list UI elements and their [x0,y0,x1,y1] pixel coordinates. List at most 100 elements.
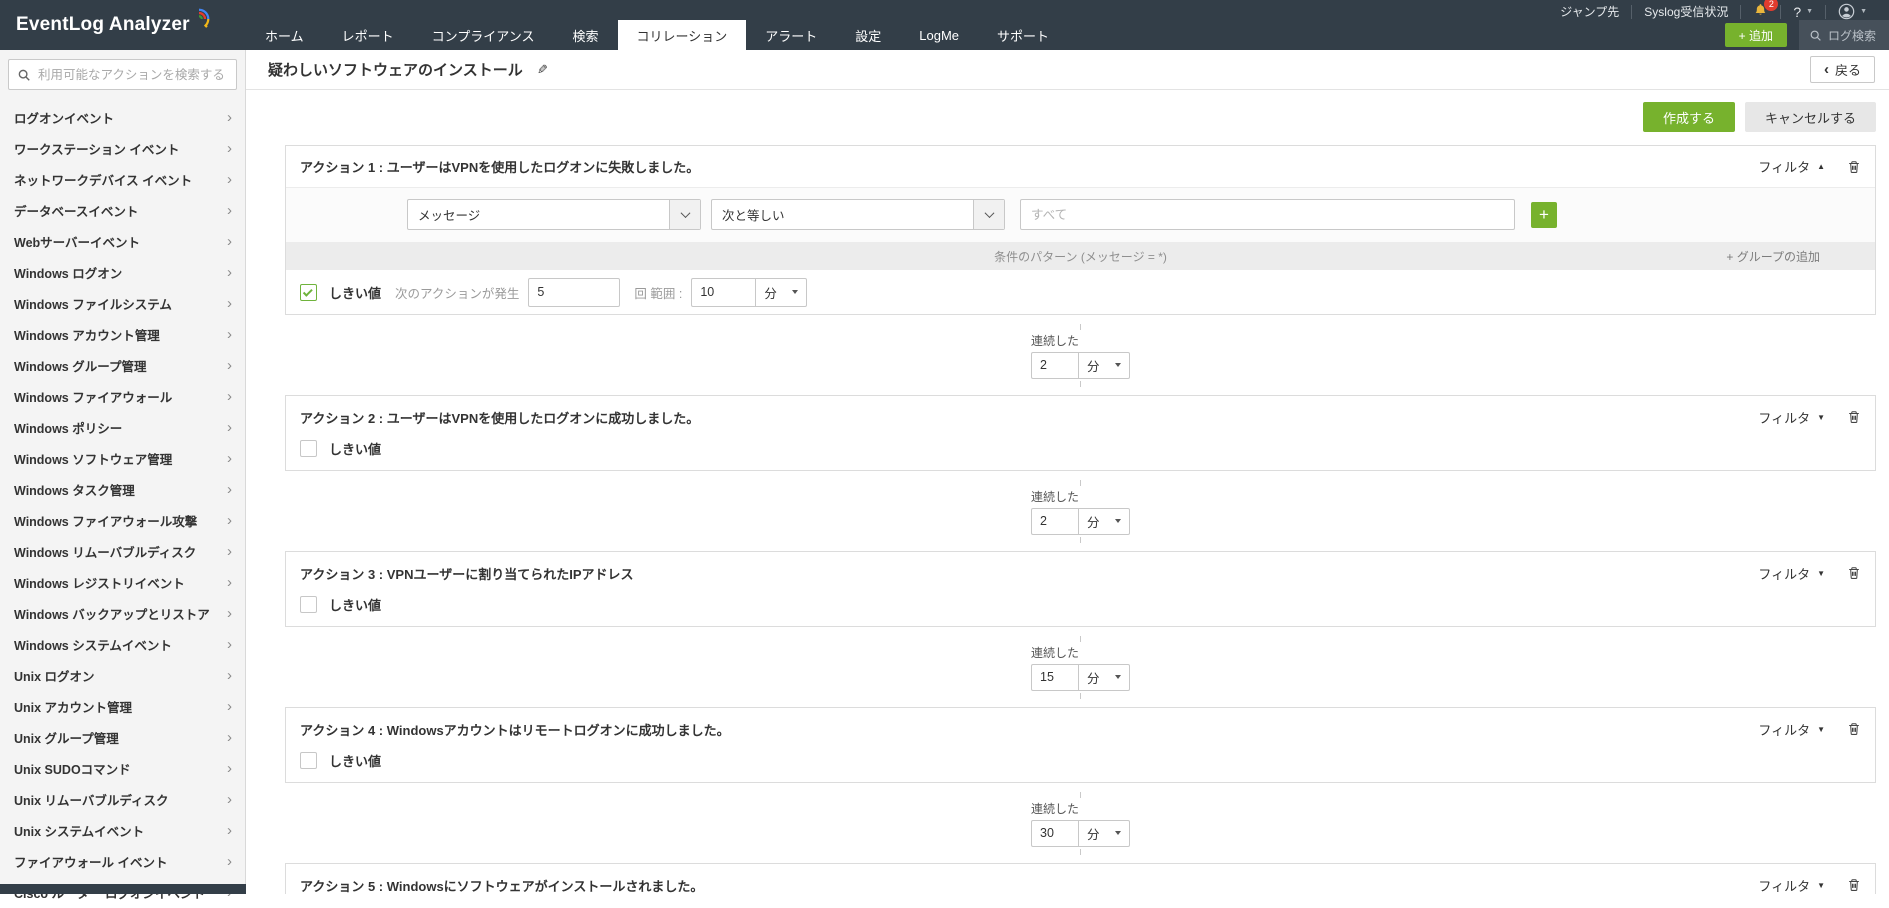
edit-title-icon[interactable]: ✎ [537,62,548,78]
filter-toggle[interactable]: フィルタ ▼ [1758,564,1825,583]
notifications-button[interactable]: 2 [1741,5,1781,19]
connector-unit-select[interactable]: 分 [1078,352,1130,379]
sidebar-item-windows-firewall-attack[interactable]: Windows ファイアウォール攻撃› [0,505,245,536]
operator-select[interactable]: 次と等しい [711,199,1005,230]
filter-label: フィルタ [1758,720,1810,739]
create-button[interactable]: 作成する [1643,102,1735,132]
threshold-count-input[interactable] [528,278,620,307]
delete-action-button[interactable] [1847,721,1861,737]
nav-tab-alerts[interactable]: アラート [746,20,836,50]
connector-value-input[interactable] [1031,820,1078,847]
sidebar-item-windows-policy[interactable]: Windows ポリシー› [0,412,245,443]
app-logo-text: EventLog Analyzer [16,14,190,36]
sidebar-search-input[interactable] [38,68,228,82]
threshold-checkbox[interactable] [300,284,317,301]
field-select[interactable]: メッセージ [407,199,701,230]
sidebar-item-windows-registry-events[interactable]: Windows レジストリイベント› [0,567,245,598]
caret-down-icon: ▼ [1806,8,1813,15]
filter-toggle[interactable]: フィルタ ▼ [1758,408,1825,427]
connector-2: 連続した 分 [285,471,1876,551]
connector-unit-select[interactable]: 分 [1078,820,1130,847]
sidebar-item-label: Windows ファイルシステム [14,294,172,313]
nav-tab-search[interactable]: 検索 [553,20,617,50]
sidebar-item-web-server-events[interactable]: Webサーバーイベント› [0,226,245,257]
sidebar-item-unix-system-events[interactable]: Unix システムイベント› [0,815,245,846]
add-button[interactable]: + 追加 [1725,23,1787,47]
filter-toggle[interactable]: フィルタ ▲ [1758,157,1825,176]
threshold-checkbox[interactable] [300,752,317,769]
sidebar-item-label: Windows リムーバブルディスク [14,542,196,561]
connector-value-input[interactable] [1031,508,1078,535]
connector-unit-select[interactable]: 分 [1078,508,1130,535]
nav-tab-home[interactable]: ホーム [246,20,323,50]
delete-action-button[interactable] [1847,877,1861,893]
back-button[interactable]: ‹ 戻る [1810,56,1875,83]
sidebar-item-label: Unix リムーバブルディスク [14,790,169,809]
topbar: EventLog Analyzer ジャンプ先 Syslog受信状況 2 ? ▼ [0,0,1889,50]
notification-badge: 2 [1764,0,1778,11]
jump-to-link[interactable]: ジャンプ先 [1548,5,1632,19]
connector-value-input[interactable] [1031,664,1078,691]
action-title: アクション 3 : VPNユーザーに割り当てられたIPアドレス [300,564,634,583]
sidebar-item-unix-group-mgmt[interactable]: Unix グループ管理› [0,722,245,753]
threshold-label: しきい値 [329,595,381,614]
nav-tab-logme[interactable]: LogMe [900,20,978,50]
sidebar-item-windows-backup-restore[interactable]: Windows バックアップとリストア› [0,598,245,629]
sidebar-search-box [8,59,237,90]
sidebar-item-windows-logon[interactable]: Windows ログオン› [0,257,245,288]
nav-tab-correlation[interactable]: コリレーション [618,20,747,50]
sidebar-item-windows-task-mgmt[interactable]: Windows タスク管理› [0,474,245,505]
threshold-checkbox[interactable] [300,596,317,613]
nav-tab-compliance[interactable]: コンプライアンス [413,20,554,50]
connector-label: 連続した [1031,488,1130,505]
sidebar-item-windows-filesystem[interactable]: Windows ファイルシステム› [0,288,245,319]
criteria-value-input[interactable] [1020,199,1515,230]
threshold-unit-select[interactable]: 分 [755,278,807,307]
add-criteria-button[interactable]: + [1531,202,1557,228]
threshold-checkbox[interactable] [300,440,317,457]
chevron-right-icon: › [227,854,232,869]
threshold-unit-value: 分 [764,283,777,302]
connector-line [1080,792,1081,798]
chevron-right-icon: › [227,513,232,528]
sidebar-item-unix-removable-disk[interactable]: Unix リムーバブルディスク› [0,784,245,815]
threshold-window-input[interactable] [691,278,755,307]
action-card-4: アクション 4 : Windowsアカウントはリモートログオンに成功しました。 … [285,707,1876,783]
delete-action-button[interactable] [1847,565,1861,581]
connector-unit-select[interactable]: 分 [1078,664,1130,691]
sidebar-item-windows-system-events[interactable]: Windows システムイベント› [0,629,245,660]
filter-toggle[interactable]: フィルタ ▼ [1758,720,1825,739]
sidebar-item-windows-removable-disk[interactable]: Windows リムーバブルディスク› [0,536,245,567]
cancel-button[interactable]: キャンセルする [1745,102,1876,132]
connector-value-input[interactable] [1031,352,1078,379]
delete-action-button[interactable] [1847,409,1861,425]
sidebar-item-windows-account-mgmt[interactable]: Windows アカウント管理› [0,319,245,350]
sidebar-item-database-events[interactable]: データベースイベント› [0,195,245,226]
chevron-right-icon: › [227,482,232,497]
help-button[interactable]: ? ▼ [1781,5,1826,19]
filter-toggle[interactable]: フィルタ ▼ [1758,876,1825,895]
sidebar-item-unix-logon[interactable]: Unix ログオン› [0,660,245,691]
page-header: 疑わしいソフトウェアのインストール ✎ ‹ 戻る [246,50,1889,90]
connector-3: 連続した 分 [285,627,1876,707]
nav-tab-support[interactable]: サポート [978,20,1068,50]
add-group-link[interactable]: + グループの追加 [1726,248,1820,265]
sidebar-item-windows-software-mgmt[interactable]: Windows ソフトウェア管理› [0,443,245,474]
user-menu-button[interactable]: ▼ [1826,5,1879,19]
sidebar-item-unix-sudo-command[interactable]: Unix SUDOコマンド› [0,753,245,784]
sidebar-item-unix-account-mgmt[interactable]: Unix アカウント管理› [0,691,245,722]
sidebar-item-firewall-events[interactable]: ファイアウォール イベント› [0,846,245,877]
chevron-down-icon [973,200,1004,229]
nav-tab-reports[interactable]: レポート [323,20,413,50]
sidebar-item-logon-events[interactable]: ログオンイベント› [0,102,245,133]
sidebar-item-windows-firewall[interactable]: Windows ファイアウォール› [0,381,245,412]
syslog-status-link[interactable]: Syslog受信状況 [1632,5,1741,19]
connector-line [1080,381,1081,387]
trash-icon [1847,721,1861,737]
log-search-button[interactable]: ログ検索 [1799,20,1889,50]
sidebar-item-network-device-events[interactable]: ネットワークデバイス イベント› [0,164,245,195]
sidebar-item-workstation-events[interactable]: ワークステーション イベント› [0,133,245,164]
delete-action-button[interactable] [1847,159,1861,175]
nav-tab-settings[interactable]: 設定 [836,20,900,50]
sidebar-item-windows-group-mgmt[interactable]: Windows グループ管理› [0,350,245,381]
